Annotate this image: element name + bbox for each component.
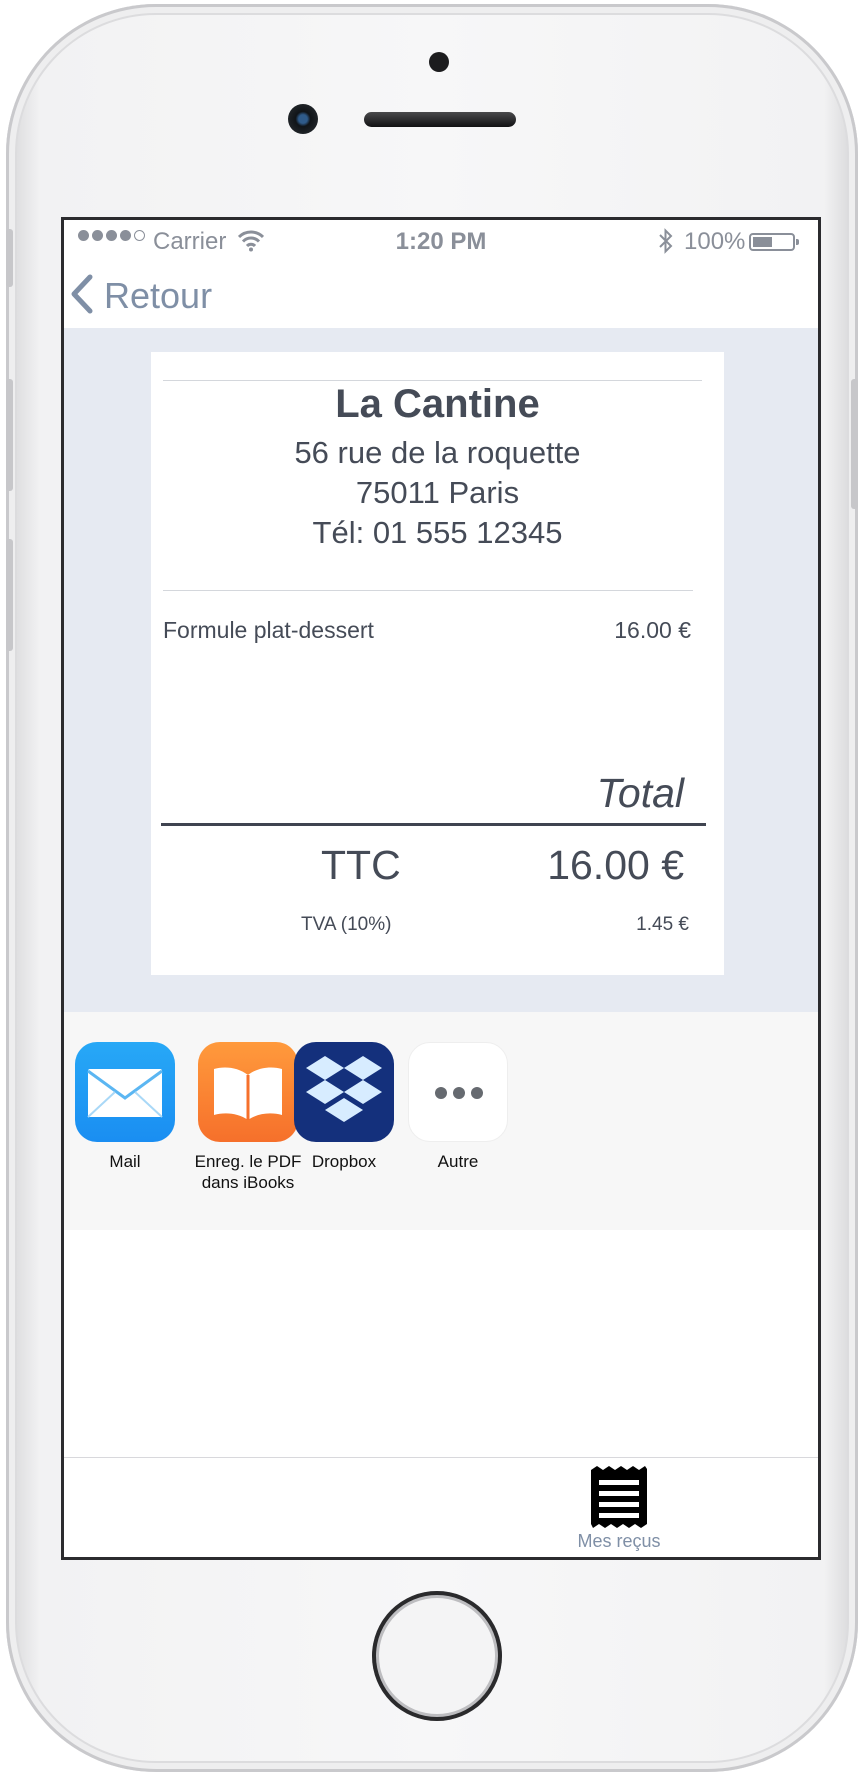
bluetooth-icon: [658, 228, 674, 261]
share-mail-button[interactable]: Mail: [71, 1042, 179, 1172]
receipt-card: La Cantine 56 rue de la roquette 75011 P…: [151, 352, 724, 975]
total-label: Total: [596, 770, 684, 816]
receipt-icon: [589, 1466, 649, 1532]
mail-icon: [75, 1042, 175, 1142]
shop-phone: Tél: 01 555 12345: [312, 515, 563, 550]
phone-frame: Carrier 1:20 PM 100% Retour La Cantine 5…: [6, 4, 858, 1772]
front-camera: [288, 104, 318, 134]
dropbox-icon: [294, 1042, 394, 1142]
tva-label: TVA (10%): [301, 914, 392, 935]
navigation-bar: Retour: [64, 264, 818, 328]
tva-value: 1.45 €: [636, 914, 689, 935]
proximity-sensor: [429, 52, 449, 72]
tab-mes-recus[interactable]: Mes reçus: [571, 1466, 667, 1552]
battery-icon: [749, 233, 799, 251]
status-bar: Carrier 1:20 PM 100%: [64, 220, 818, 264]
more-icon: [408, 1042, 508, 1142]
battery-percentage: 100%: [684, 228, 746, 255]
volume-down-button: [6, 539, 13, 651]
receipt-preview-area: La Cantine 56 rue de la roquette 75011 P…: [64, 328, 818, 1012]
receipt-item-price: 16.00 €: [614, 617, 691, 643]
tab-bar: Mes reçus: [64, 1457, 818, 1557]
share-dropbox-button[interactable]: Dropbox: [290, 1042, 398, 1172]
share-label: Dropbox: [311, 1152, 377, 1171]
back-button[interactable]: Retour: [70, 272, 212, 320]
ttc-label: TTC: [321, 842, 401, 888]
share-sheet: Mail Enreg. le PDF dans iBooks Dropbox A…: [64, 1012, 818, 1230]
share-more-button[interactable]: Autre: [404, 1042, 512, 1172]
back-label: Retour: [104, 275, 213, 316]
screen: Carrier 1:20 PM 100% Retour La Cantine 5…: [61, 217, 821, 1560]
home-button[interactable]: [372, 1591, 502, 1721]
divider: [163, 590, 693, 591]
total-divider: [161, 823, 706, 826]
share-label: Mail: [109, 1152, 141, 1171]
ttc-value: 16.00 €: [547, 842, 684, 888]
power-button: [851, 379, 858, 509]
volume-up-button: [6, 379, 13, 491]
shop-address-line2: 75011 Paris: [355, 475, 520, 510]
divider: [163, 380, 702, 381]
ibooks-icon: [198, 1042, 298, 1142]
receipt-item-name: Formule plat-dessert: [163, 617, 374, 643]
earpiece-speaker: [364, 112, 516, 127]
shop-name: La Cantine: [335, 382, 540, 426]
share-label: Autre: [437, 1152, 479, 1171]
silent-switch: [6, 229, 13, 287]
tab-label: Mes reçus: [577, 1531, 661, 1551]
shop-address-line1: 56 rue de la roquette: [294, 435, 581, 470]
chevron-left-icon: [70, 274, 94, 319]
